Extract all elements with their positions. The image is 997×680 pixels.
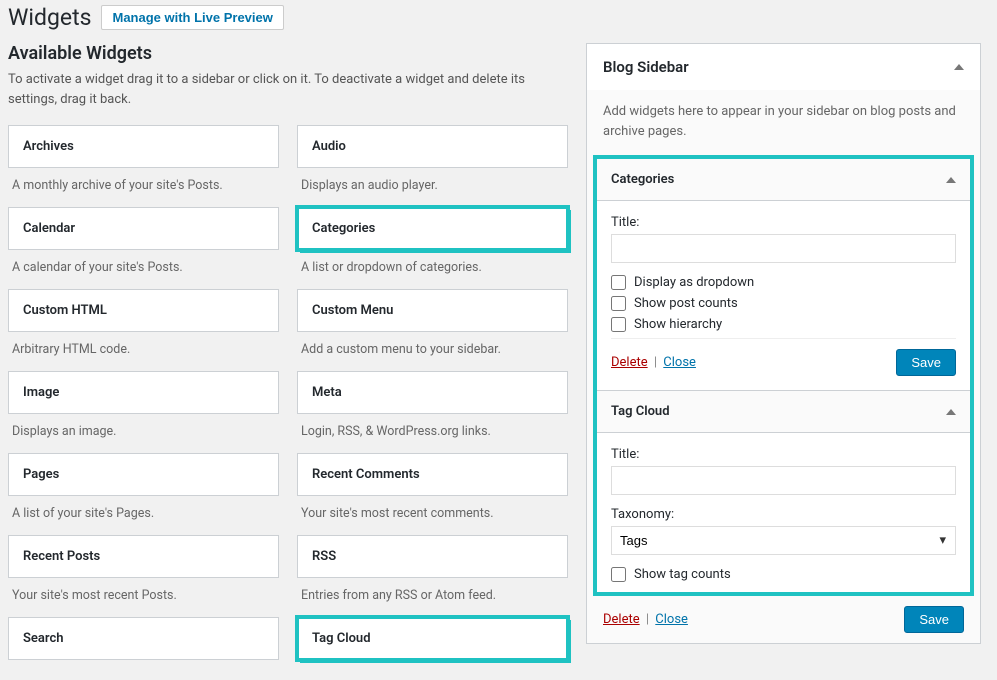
available-widget-search[interactable]: Search (8, 617, 279, 660)
delete-link[interactable]: Delete (603, 612, 640, 627)
delete-link[interactable]: Delete (611, 355, 648, 370)
page-title: Widgets (8, 4, 91, 31)
widget-panel-title: Tag Cloud (611, 404, 670, 419)
available-widget-categories[interactable]: Categories (297, 207, 568, 250)
checkbox-label: Show tag counts (634, 567, 731, 582)
widget-desc: Your site's most recent comments. (297, 496, 568, 535)
close-link[interactable]: Close (655, 612, 688, 627)
title-label: Title: (611, 447, 956, 462)
checkbox-label: Display as dropdown (634, 275, 754, 290)
widget-desc: A list of your site's Pages. (8, 496, 279, 535)
widget-panel-header-categories[interactable]: Categories (597, 159, 970, 201)
sidebar-area-title: Blog Sidebar (603, 58, 689, 76)
separator: | (654, 355, 657, 370)
collapse-icon (954, 64, 964, 70)
separator: | (646, 612, 649, 627)
sidebar-area-desc: Add widgets here to appear in your sideb… (587, 90, 980, 155)
available-widget-recent-posts[interactable]: Recent Posts (8, 535, 279, 578)
checkbox-show-hierarchy[interactable] (611, 317, 626, 332)
available-widget-custom-html[interactable]: Custom HTML (8, 289, 279, 332)
widget-desc: A calendar of your site's Posts. (8, 250, 279, 289)
available-widgets-desc: To activate a widget drag it to a sideba… (8, 70, 568, 109)
available-widget-pages[interactable]: Pages (8, 453, 279, 496)
checkbox-display-as-dropdown[interactable] (611, 275, 626, 290)
checkbox-label: Show post counts (634, 296, 738, 311)
widget-desc: Login, RSS, & WordPress.org links. (297, 414, 568, 453)
available-widget-audio[interactable]: Audio (297, 125, 568, 168)
title-label: Title: (611, 215, 956, 230)
taxonomy-label: Taxonomy: (611, 507, 956, 522)
widget-panel-header-tagcloud[interactable]: Tag Cloud (597, 391, 970, 433)
manage-live-preview-button[interactable]: Manage with Live Preview (101, 5, 283, 30)
checkbox-label: Show hierarchy (634, 317, 722, 332)
categories-title-input[interactable] (611, 234, 956, 263)
sidebar-area-header[interactable]: Blog Sidebar (587, 44, 980, 90)
available-widget-archives[interactable]: Archives (8, 125, 279, 168)
checkbox-show-post-counts[interactable] (611, 296, 626, 311)
available-widgets-heading: Available Widgets (8, 43, 568, 64)
collapse-icon (946, 409, 956, 415)
widget-desc: A monthly archive of your site's Posts. (8, 168, 279, 207)
show-tag-counts-checkbox[interactable] (611, 567, 626, 582)
close-link[interactable]: Close (663, 355, 696, 370)
widget-desc: Entries from any RSS or Atom feed. (297, 578, 568, 617)
widget-desc: Displays an audio player. (297, 168, 568, 207)
available-widget-tag-cloud[interactable]: Tag Cloud (297, 617, 568, 660)
taxonomy-select[interactable]: Tags (611, 526, 956, 555)
save-button[interactable]: Save (904, 606, 964, 633)
widget-desc: Your site's most recent Posts. (8, 578, 279, 617)
available-widget-image[interactable]: Image (8, 371, 279, 414)
widget-desc: A list or dropdown of categories. (297, 250, 568, 289)
available-widget-rss[interactable]: RSS (297, 535, 568, 578)
widget-desc: Add a custom menu to your sidebar. (297, 332, 568, 371)
collapse-icon (946, 177, 956, 183)
available-widget-recent-comments[interactable]: Recent Comments (297, 453, 568, 496)
save-button[interactable]: Save (896, 349, 956, 376)
widget-panel-title: Categories (611, 172, 674, 187)
widget-desc: Displays an image. (8, 414, 279, 453)
available-widget-meta[interactable]: Meta (297, 371, 568, 414)
widget-desc: Arbitrary HTML code. (8, 332, 279, 371)
available-widget-calendar[interactable]: Calendar (8, 207, 279, 250)
tagcloud-title-input[interactable] (611, 466, 956, 495)
available-widget-custom-menu[interactable]: Custom Menu (297, 289, 568, 332)
